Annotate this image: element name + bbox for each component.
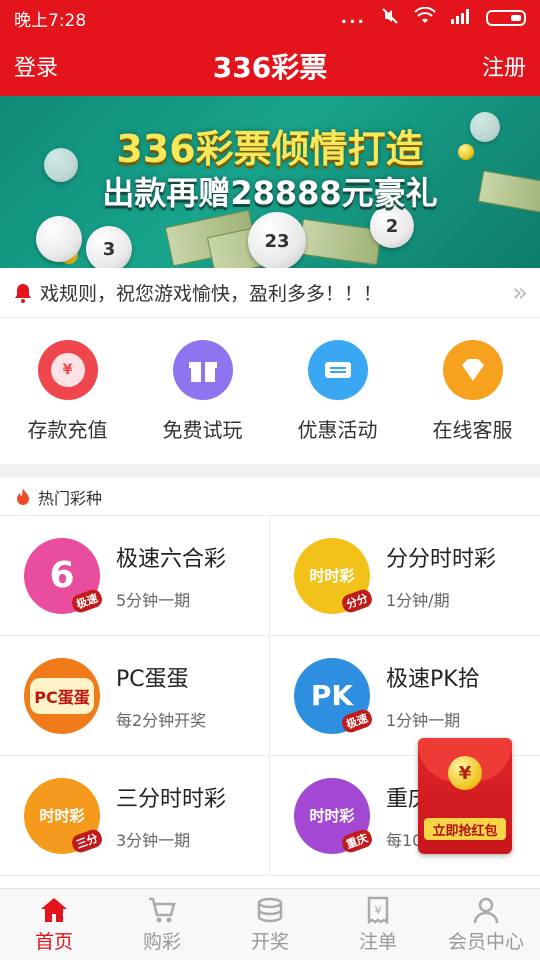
nav-label: 首页 <box>34 931 73 953</box>
quick-action-label: 在线客服 <box>432 418 513 442</box>
hot-games-heading: 热门彩种 <box>0 478 540 516</box>
grab-red-envelope-label: 立即抢红包 <box>424 818 506 840</box>
notice-text: 戏规则，祝您游戏愉快，盈利多多！！！ <box>40 283 383 305</box>
bottom-nav: 首页 购彩 开奖 ¥ 注单 会员中心 <box>0 888 540 960</box>
game-tag: 重庆 <box>339 826 375 855</box>
nav-orders[interactable]: ¥ 注单 <box>324 889 432 960</box>
game-schedule: 每2分钟开奖 <box>116 710 207 730</box>
login-link[interactable]: 登录 <box>14 50 58 82</box>
game-icon: 时时彩 三分 <box>24 777 105 855</box>
svg-text:¥: ¥ <box>375 904 382 917</box>
lottery-ball-icon: 3 <box>86 226 132 268</box>
bell-icon <box>15 283 31 303</box>
quick-actions: ¥ 存款充值 免费试玩 优惠活动 在线客服 <box>0 318 540 464</box>
register-link[interactable]: 注册 <box>482 50 526 82</box>
more-dots-icon: ... <box>340 8 366 28</box>
game-icon-text: 时时彩 <box>309 807 355 825</box>
game-schedule: 1分钟一期 <box>386 710 461 730</box>
nav-label: 会员中心 <box>447 931 524 953</box>
game-card-fenfen-shishicai[interactable]: 时时彩 分分 分分时时彩 1分钟/期 <box>270 516 540 636</box>
game-schedule: 5分钟一期 <box>116 590 191 610</box>
nav-label: 注单 <box>358 931 397 953</box>
nav-member-center[interactable]: 会员中心 <box>432 889 540 960</box>
signal-icon <box>450 8 472 29</box>
game-name: 极速六合彩 <box>116 546 227 572</box>
wifi-icon <box>414 6 436 30</box>
game-card-jisu-liuhecai[interactable]: 6 极速 极速六合彩 5分钟一期 <box>0 516 270 636</box>
status-icons: ... <box>341 6 526 31</box>
mute-icon <box>380 6 400 31</box>
status-time: 晚上7:28 <box>14 10 87 31</box>
quick-action-label: 免费试玩 <box>162 418 243 442</box>
nav-home[interactable]: 首页 <box>0 889 108 960</box>
lottery-ball-icon: 23 <box>248 212 306 268</box>
game-name: 分分时时彩 <box>386 546 497 572</box>
game-icon: 时时彩 重庆 <box>294 777 375 855</box>
coins-icon <box>257 897 283 923</box>
game-name: 极速PK拾 <box>386 666 480 692</box>
promo-banner[interactable]: 3 23 2 336彩票倾情打造 出款再赠28888元豪礼 <box>0 96 540 268</box>
deposit-icon: ¥ <box>37 340 98 400</box>
game-tag: 三分 <box>69 826 105 855</box>
game-tag: 极速 <box>69 586 105 615</box>
game-name: 三分时时彩 <box>116 786 227 812</box>
yuan-coin-icon: ¥ <box>448 756 482 790</box>
chevron-double-right-icon[interactable]: » <box>512 278 528 308</box>
game-schedule: 3分钟一期 <box>116 830 191 850</box>
banner-subheadline: 出款再赠28888元豪礼 <box>102 174 438 212</box>
game-icon-text: 时时彩 <box>39 807 85 825</box>
app-title: 336彩票 <box>212 51 328 84</box>
game-card-sanfen-shishicai[interactable]: 时时彩 三分 三分时时彩 3分钟一期 <box>0 756 270 876</box>
quick-action-label: 存款充值 <box>27 418 108 442</box>
quick-action-deposit[interactable]: ¥ 存款充值 <box>8 340 128 443</box>
lottery-ball-icon <box>36 216 82 262</box>
game-icon-text: PC蛋蛋 <box>30 677 94 714</box>
receipt-icon: ¥ <box>367 896 389 925</box>
quick-action-label: 优惠活动 <box>297 418 378 442</box>
game-tag: 分分 <box>339 586 375 615</box>
game-icon-text: PK <box>310 679 354 712</box>
game-icon: PK 极速 <box>294 657 375 735</box>
flame-icon <box>17 487 29 505</box>
game-icon: PC蛋蛋 <box>24 657 100 734</box>
quick-action-customer-service[interactable]: 在线客服 <box>413 340 533 443</box>
notice-bar[interactable]: 戏规则，祝您游戏愉快，盈利多多！！！ » <box>0 268 540 318</box>
status-bar: 晚上7:28 ... <box>0 0 540 36</box>
game-icon-text: 6 <box>49 555 75 596</box>
home-icon <box>41 898 67 922</box>
nav-label: 开奖 <box>250 931 289 953</box>
diamond-icon <box>442 340 503 400</box>
quick-action-promotions[interactable]: 优惠活动 <box>278 340 398 443</box>
cart-icon <box>149 897 176 923</box>
app-header: 登录 336彩票 注册 <box>0 36 540 96</box>
quick-action-free-trial[interactable]: 免费试玩 <box>143 340 263 443</box>
hot-games-title: 热门彩种 <box>38 488 103 508</box>
gift-icon <box>172 340 233 400</box>
game-card-pc-dandan[interactable]: PC蛋蛋 PC蛋蛋每2分钟开奖 <box>0 636 270 756</box>
game-name: PC蛋蛋 <box>116 666 189 692</box>
game-icon: 时时彩 分分 <box>294 537 375 615</box>
battery-icon <box>486 10 526 26</box>
nav-draw-results[interactable]: 开奖 <box>216 889 324 960</box>
game-schedule: 1分钟/期 <box>386 590 450 610</box>
banner-headline: 336彩票倾情打造 <box>116 127 424 171</box>
red-envelope-button[interactable]: ¥ 立即抢红包 <box>418 738 512 854</box>
nav-buy[interactable]: 购彩 <box>108 889 216 960</box>
ticket-icon <box>307 340 368 400</box>
game-icon-text: 时时彩 <box>309 567 355 585</box>
user-icon <box>473 897 499 924</box>
nav-label: 购彩 <box>142 931 181 953</box>
game-icon: 6 极速 <box>24 537 105 615</box>
